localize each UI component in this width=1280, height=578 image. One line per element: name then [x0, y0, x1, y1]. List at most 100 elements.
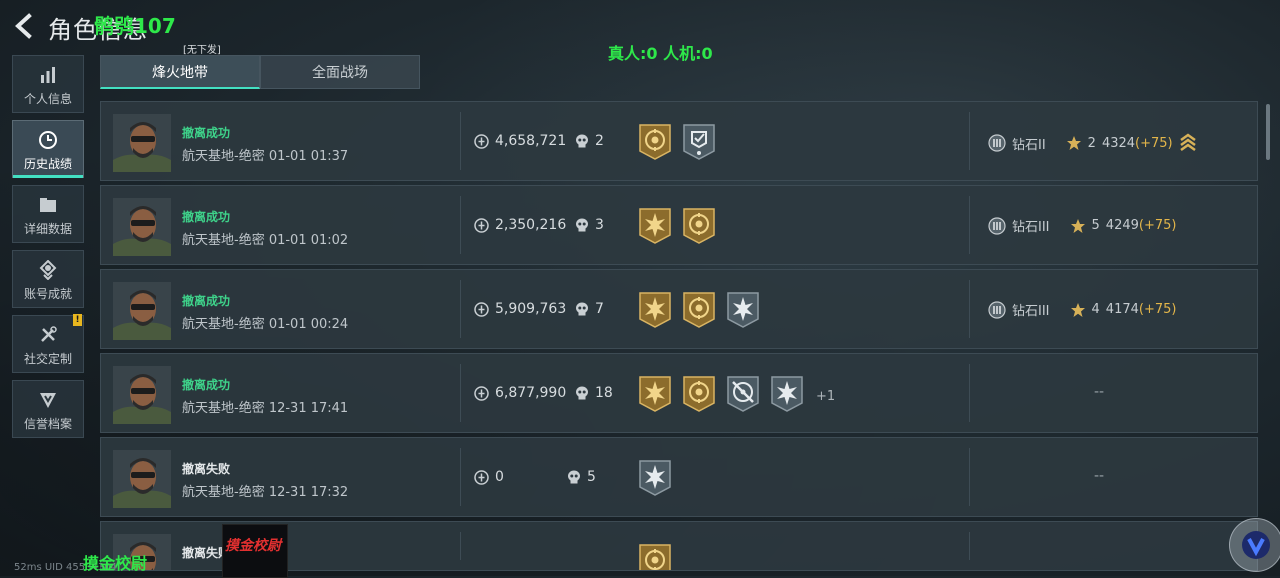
medal-list [638, 459, 672, 501]
tab-full-battlefield[interactable]: 全面战场 [260, 55, 420, 89]
match-history-list: 撤离成功 航天基地-绝密 01-01 01:37 4,658,721 2 钻石II 2 43… [100, 101, 1258, 575]
tag-label: [无下发] [183, 45, 221, 56]
divider [969, 448, 970, 506]
player-name-overlay: 鹘鸮107 [94, 14, 176, 38]
medal-badge-icon[interactable] [682, 291, 716, 333]
medal-badge-icon[interactable] [638, 375, 672, 417]
sidebar-item-label: 个人信息 [23, 92, 72, 106]
star-icon [1070, 302, 1085, 317]
rank-info: 钻石III 5 4249 (+75) [988, 216, 1176, 235]
medal-list [638, 123, 716, 165]
rank-tier-icon [988, 216, 1006, 235]
loot-value: 4,658,721 [474, 133, 566, 149]
mode-tabs: 烽火地带 全面战场 [100, 55, 420, 89]
rank-points-gain: (+75) [1138, 218, 1177, 233]
sidebar-item-label: 账号成就 [23, 287, 72, 301]
medal-badge-icon[interactable] [682, 375, 716, 417]
medal-icon [39, 260, 57, 280]
rank-points-gain: (+75) [1135, 135, 1173, 151]
medal-badge-icon[interactable] [682, 123, 716, 165]
divider [969, 196, 970, 254]
rank-points: 4174 [1105, 302, 1139, 317]
medal-badge-icon[interactable] [682, 207, 716, 249]
match-record-row[interactable]: 撤离成功 航天基地-绝密 01-01 01:37 4,658,721 2 钻石II 2 43… [100, 101, 1258, 181]
match-record-row[interactable]: 撤离失败 航天基地-绝密 12-31 17:32 0 5 -- [100, 437, 1258, 517]
divider [460, 448, 461, 506]
kill-count-text: 3 [595, 217, 604, 233]
divider [460, 280, 461, 338]
kill-count: 7 [575, 301, 604, 317]
kill-count-text: 2 [595, 133, 604, 149]
medal-list [638, 543, 672, 570]
rank-title-overlay: 摸金校尉 [83, 554, 148, 573]
rank-info: 钻石III 4 4174 (+75) [988, 300, 1176, 319]
sidebar-item-label: 社交定制 [23, 352, 72, 366]
match-record-row[interactable]: 撤离成功 航天基地-绝密 01-01 00:24 5,909,763 7 钻石III 4 4… [100, 269, 1258, 349]
kill-count-text: 18 [595, 385, 613, 401]
star-icon [1066, 136, 1081, 150]
medal-badge-icon[interactable] [770, 375, 804, 417]
kill-skull-icon [576, 302, 588, 315]
match-record-row[interactable]: 撤离成功 航天基地-绝密 12-31 17:41 6,877,990 18 +1 -- [100, 353, 1258, 433]
loot-value: 0 [474, 469, 504, 485]
rank-tier-icon [988, 300, 1006, 319]
medal-list [638, 207, 716, 249]
match-record-row[interactable]: 撤离成功 航天基地-绝密 01-01 01:02 2,350,216 3 钻石III 5 4… [100, 185, 1258, 265]
divider [460, 532, 461, 560]
divider [969, 532, 970, 560]
loot-value-text: 4,658,721 [495, 133, 567, 149]
medal-badge-icon[interactable] [726, 291, 760, 333]
loot-value: 2,350,216 [474, 217, 566, 233]
map-and-time: 航天基地-绝密 01-01 00:24 [182, 317, 349, 332]
map-and-time: 航天基地-绝密 01-01 01:37 [182, 149, 349, 164]
floating-v-button[interactable] [1229, 518, 1280, 572]
tools-icon [41, 326, 57, 342]
kill-count: 3 [575, 217, 604, 233]
rank-points-gain: (+75) [1138, 302, 1177, 317]
star-count: 4 [1091, 302, 1100, 317]
sidebar-item-personal-info[interactable]: 个人信息 [12, 55, 84, 113]
loot-value-text: 6,877,990 [495, 385, 567, 401]
coin-icon [474, 385, 489, 401]
loot-value: 6,877,990 [474, 385, 566, 401]
operator-avatar [113, 366, 171, 424]
scrollbar[interactable] [1266, 104, 1270, 160]
coin-icon [474, 301, 489, 317]
loot-value: 5,909,763 [474, 301, 566, 317]
medal-badge-icon[interactable] [638, 459, 672, 501]
kill-count: 2 [575, 133, 604, 149]
sidebar-item-detail-data[interactable]: 详细数据 [12, 185, 84, 243]
rank-tier-icon [988, 134, 1006, 152]
operator-avatar [113, 450, 171, 508]
divider [969, 280, 970, 338]
medal-badge-icon[interactable] [638, 291, 672, 333]
sidebar-item-achievements[interactable]: 账号成就 [12, 250, 84, 308]
divider [460, 364, 461, 422]
medal-badge-icon[interactable] [638, 543, 672, 570]
medal-list: +1 [638, 375, 835, 417]
kill-count-text: 5 [587, 469, 596, 485]
rank-points: 4249 [1105, 218, 1139, 233]
rank-tier-text: 钻石III [1012, 220, 1050, 235]
sidebar-item-credit[interactable]: 信誉档案 [12, 380, 84, 438]
sidebar: 个人信息 历史战绩 详细数据 账号成就 ! 社交定制 信誉档案 [12, 55, 84, 445]
star-icon [1070, 218, 1085, 233]
shield-icon [40, 393, 56, 408]
medal-badge-icon[interactable] [726, 375, 760, 417]
more-medals-count[interactable]: +1 [816, 389, 835, 404]
sidebar-item-social[interactable]: ! 社交定制 [12, 314, 84, 373]
rank-points: 4324 [1101, 135, 1136, 151]
sidebar-item-label: 历史战绩 [23, 157, 72, 171]
sidebar-item-label: 详细数据 [23, 222, 72, 236]
bar-chart-icon [41, 67, 55, 83]
kill-skull-icon [576, 134, 588, 147]
medal-badge-icon[interactable] [638, 123, 672, 165]
clock-icon [39, 131, 57, 149]
tab-hazard-zone[interactable]: 烽火地带 [100, 55, 260, 89]
medal-badge-icon[interactable] [638, 207, 672, 249]
coin-icon [474, 133, 489, 149]
back-arrow-icon[interactable] [12, 12, 36, 40]
kill-count-text: 7 [595, 301, 604, 317]
loot-value-text: 0 [495, 469, 504, 485]
sidebar-item-history[interactable]: 历史战绩 [12, 120, 84, 178]
